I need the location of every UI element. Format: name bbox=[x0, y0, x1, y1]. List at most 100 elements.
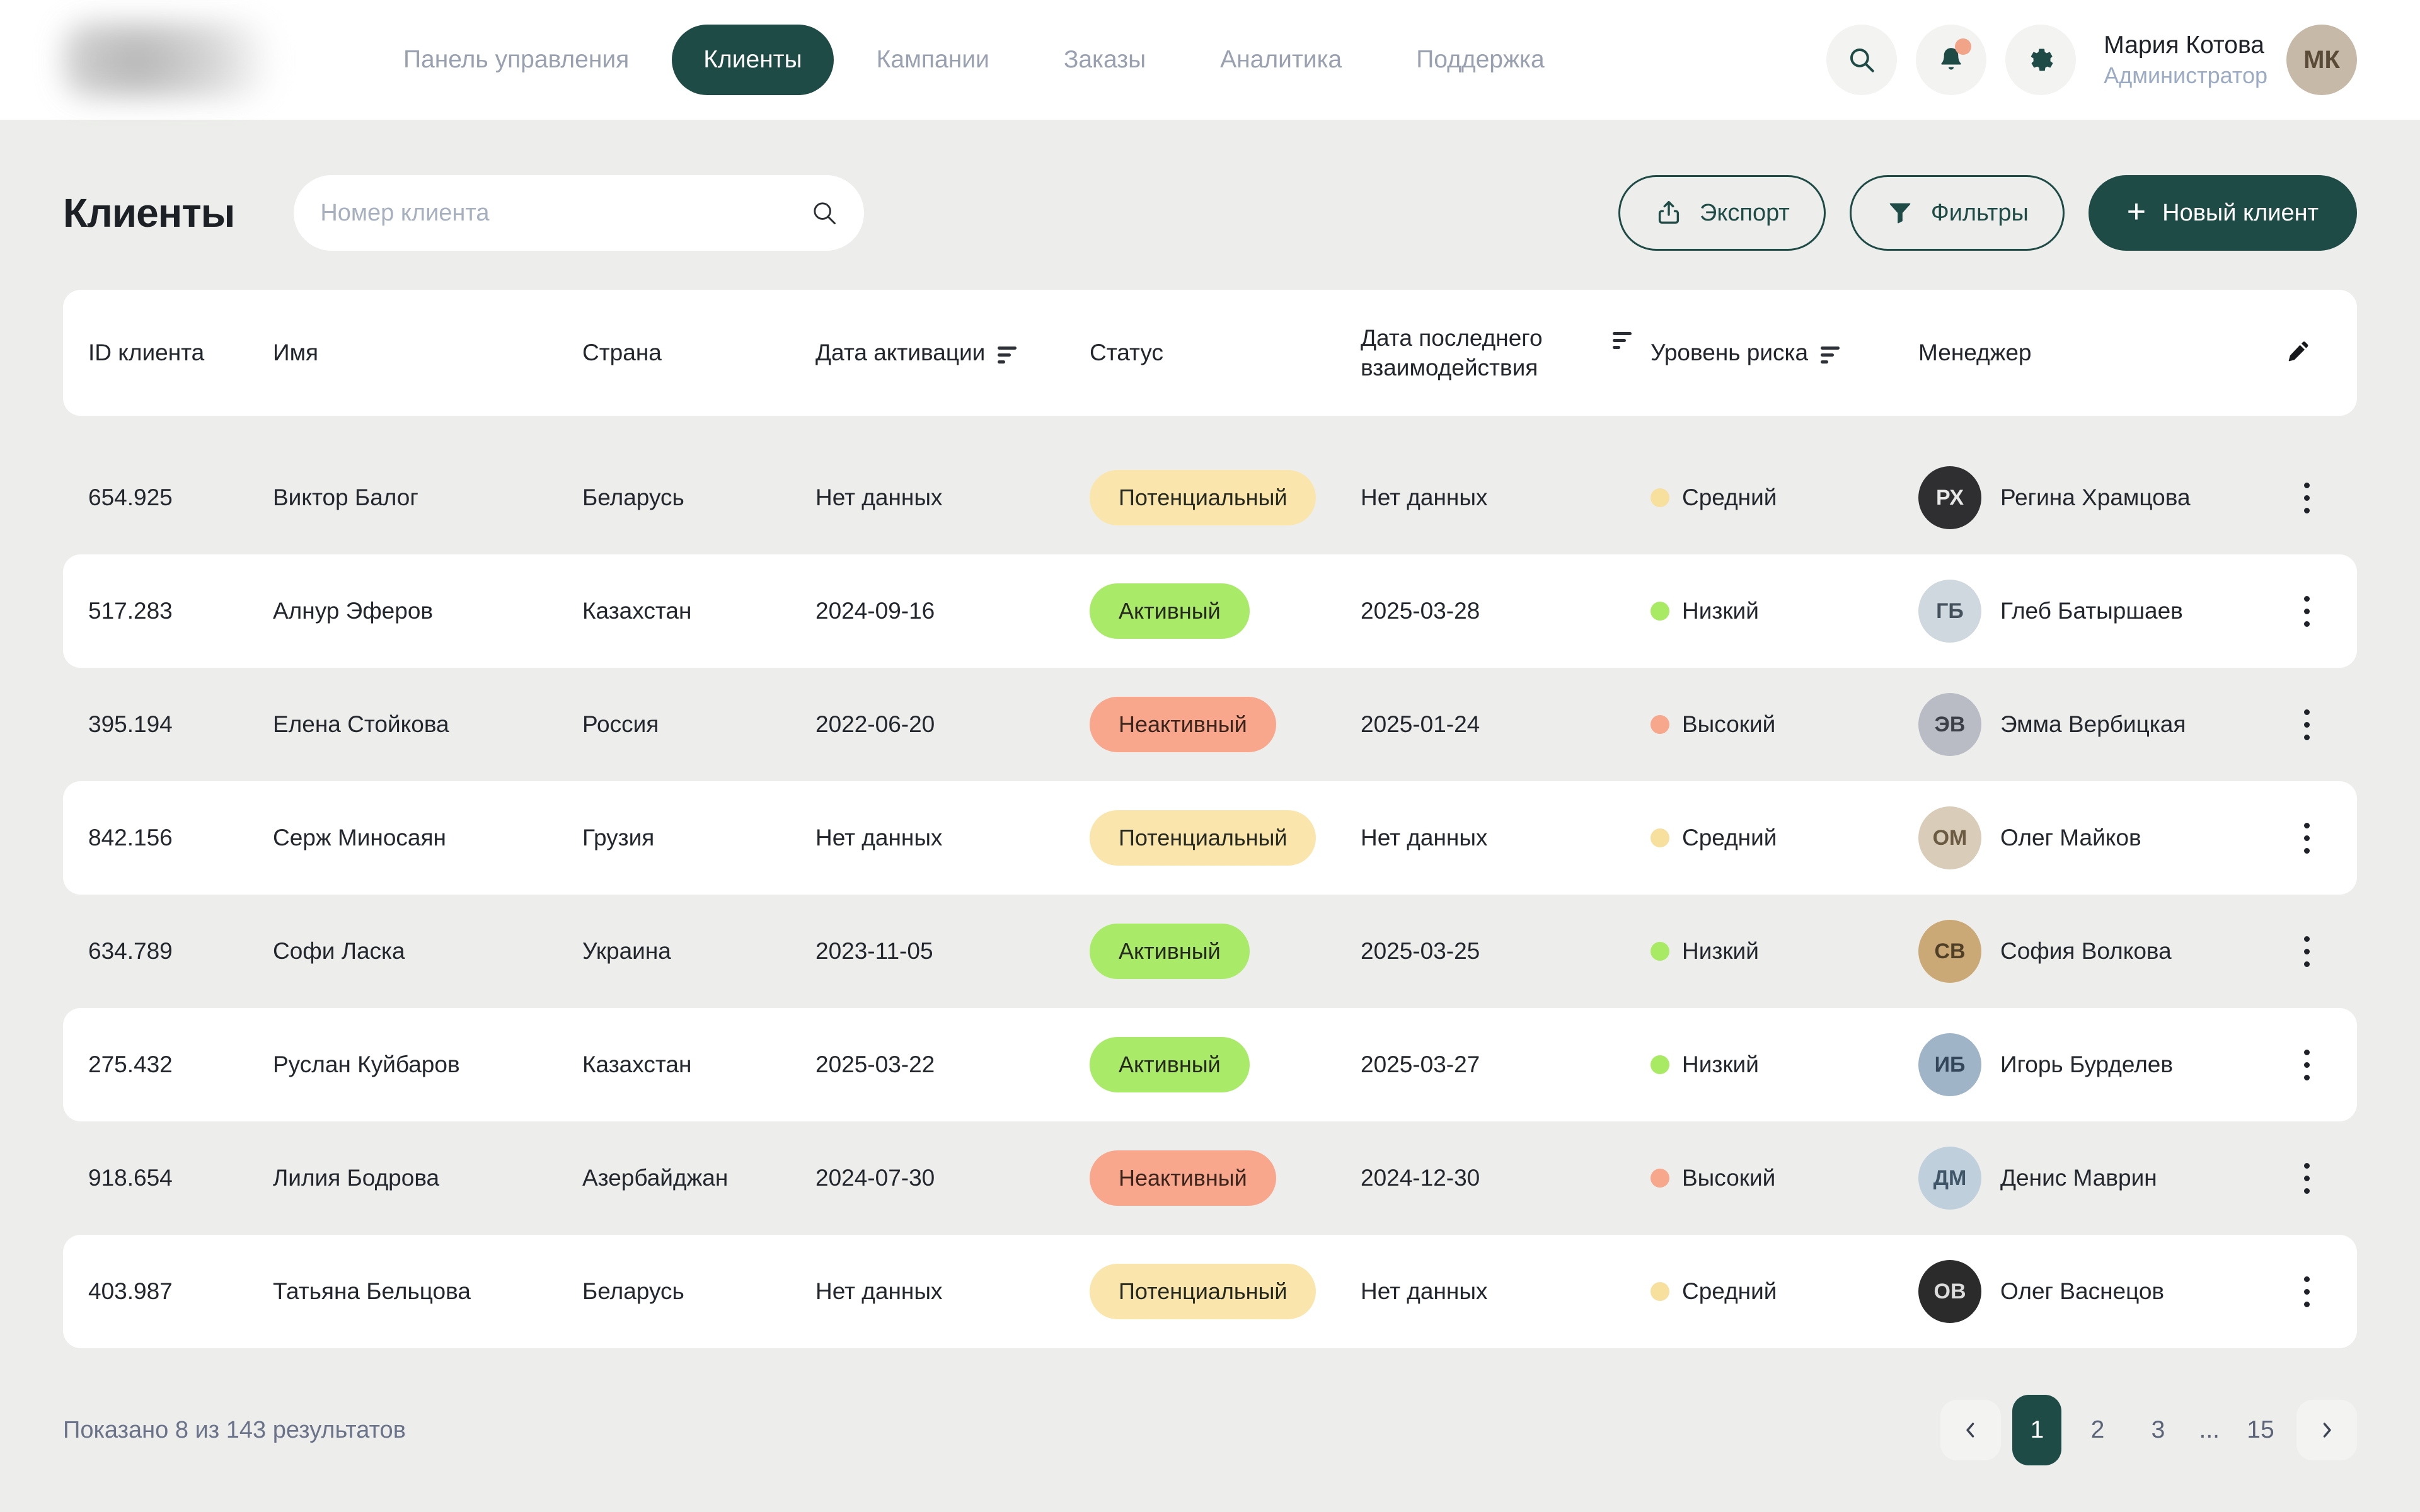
row-menu-button[interactable] bbox=[2295, 701, 2319, 749]
filters-button[interactable]: Фильтры bbox=[1850, 175, 2065, 251]
row-menu-button[interactable] bbox=[2295, 474, 2319, 522]
edit-pencil-icon[interactable] bbox=[2283, 339, 2311, 367]
nav-item-1[interactable]: Клиенты bbox=[672, 25, 833, 95]
search-icon bbox=[810, 198, 839, 227]
status-badge: Потенциальный bbox=[1090, 810, 1316, 866]
risk-label: Низкий bbox=[1682, 1051, 1759, 1078]
nav-item-3[interactable]: Заказы bbox=[1032, 25, 1177, 95]
manager-avatar: СВ bbox=[1918, 920, 1981, 983]
table-row[interactable]: 634.789 Софи Ласка Украина 2023-11-05 Ак… bbox=[63, 895, 2357, 1008]
column-header-2: Страна bbox=[582, 338, 815, 367]
row-menu-button[interactable] bbox=[2295, 1154, 2319, 1203]
prev-page-button[interactable] bbox=[1940, 1400, 2001, 1460]
settings-button[interactable] bbox=[2005, 25, 2076, 95]
table-row[interactable]: 395.194 Елена Стойкова Россия 2022-06-20… bbox=[63, 668, 2357, 781]
cell-name: Серж Миносаян bbox=[273, 825, 582, 851]
cell-status: Активный bbox=[1090, 1037, 1361, 1092]
status-badge: Активный bbox=[1090, 583, 1250, 639]
new-client-button[interactable]: + Новый клиент bbox=[2089, 175, 2357, 251]
cell-client-id: 395.194 bbox=[88, 711, 273, 738]
cell-last-interaction: Нет данных bbox=[1361, 825, 1651, 851]
table-row[interactable]: 842.156 Серж Миносаян Грузия Нет данных … bbox=[63, 781, 2357, 895]
risk-dot bbox=[1651, 488, 1669, 507]
gear-icon bbox=[2025, 44, 2056, 76]
clients-table: ID клиентаИмяСтранаДата активацииСтатусД… bbox=[63, 290, 2357, 1348]
filter-icon bbox=[1886, 198, 1915, 227]
user-menu[interactable]: Мария Котова Администратор МК bbox=[2104, 25, 2357, 95]
user-avatar[interactable]: МК bbox=[2286, 25, 2357, 95]
cell-client-id: 842.156 bbox=[88, 825, 273, 851]
cell-country: Беларусь bbox=[582, 484, 815, 511]
page-button-3[interactable]: 3 bbox=[2133, 1395, 2182, 1465]
nav-item-5[interactable]: Поддержка bbox=[1385, 25, 1576, 95]
row-menu-button[interactable] bbox=[2295, 1041, 2319, 1089]
cell-country: Казахстан bbox=[582, 1051, 815, 1078]
export-button[interactable]: Экспорт bbox=[1618, 175, 1826, 251]
page-button-1[interactable]: 1 bbox=[2012, 1395, 2061, 1465]
manager-name: София Волкова bbox=[2000, 938, 2172, 965]
cell-risk: Средний bbox=[1651, 825, 1918, 851]
cell-last-interaction: Нет данных bbox=[1361, 484, 1651, 511]
table-row[interactable]: 918.654 Лилия Бодрова Азербайджан 2024-0… bbox=[63, 1121, 2357, 1235]
cell-manager: РХ Регина Храмцова bbox=[1918, 466, 2281, 529]
nav-item-4[interactable]: Аналитика bbox=[1189, 25, 1373, 95]
cell-actions bbox=[2281, 587, 2332, 636]
topbar: Панель управленияКлиентыКампанииЗаказыАн… bbox=[0, 0, 2420, 120]
cell-status: Потенциальный bbox=[1090, 1264, 1361, 1319]
cell-actions bbox=[2281, 927, 2332, 976]
cell-client-id: 403.987 bbox=[88, 1278, 273, 1305]
risk-label: Низкий bbox=[1682, 938, 1759, 965]
column-header-5: Дата последнего взаимодействия bbox=[1361, 323, 1651, 383]
table-row[interactable]: 517.283 Алнур Эферов Казахстан 2024-09-1… bbox=[63, 554, 2357, 668]
nav-item-0[interactable]: Панель управления bbox=[372, 25, 660, 95]
cell-manager: ОМ Олег Майков bbox=[1918, 806, 2281, 869]
cell-activation-date: 2022-06-20 bbox=[815, 711, 1090, 738]
manager-avatar: ДМ bbox=[1918, 1147, 1981, 1210]
cell-manager: ГБ Глеб Батыршаев bbox=[1918, 580, 2281, 643]
cell-name: Алнур Эферов bbox=[273, 598, 582, 624]
risk-dot bbox=[1651, 1282, 1669, 1301]
risk-dot bbox=[1651, 1169, 1669, 1188]
next-page-button[interactable] bbox=[2296, 1400, 2357, 1460]
export-label: Экспорт bbox=[1700, 200, 1790, 227]
nav-item-2[interactable]: Кампании bbox=[845, 25, 1021, 95]
sort-icon[interactable] bbox=[998, 346, 1017, 364]
row-menu-button[interactable] bbox=[2295, 587, 2319, 636]
cell-last-interaction: 2025-03-28 bbox=[1361, 598, 1651, 624]
results-summary: Показано 8 из 143 результатов bbox=[63, 1417, 406, 1444]
risk-label: Высокий bbox=[1682, 1165, 1775, 1191]
row-menu-button[interactable] bbox=[2295, 1268, 2319, 1316]
column-header-0: ID клиента bbox=[88, 338, 273, 367]
risk-dot bbox=[1651, 828, 1669, 847]
cell-activation-date: Нет данных bbox=[815, 825, 1090, 851]
table-row[interactable]: 403.987 Татьяна Бельцова Беларусь Нет да… bbox=[63, 1235, 2357, 1348]
sort-icon[interactable] bbox=[1821, 346, 1840, 364]
row-menu-button[interactable] bbox=[2295, 814, 2319, 862]
cell-manager: СВ София Волкова bbox=[1918, 920, 2281, 983]
sort-icon[interactable] bbox=[1613, 332, 1632, 349]
manager-name: Эмма Вербицкая bbox=[2000, 711, 2186, 738]
cell-activation-date: Нет данных bbox=[815, 1278, 1090, 1305]
logo[interactable] bbox=[63, 23, 271, 97]
cell-name: Елена Стойкова bbox=[273, 711, 582, 738]
cell-activation-date: Нет данных bbox=[815, 484, 1090, 511]
risk-dot bbox=[1651, 715, 1669, 734]
column-header-7: Менеджер bbox=[1918, 338, 2281, 367]
cell-activation-date: 2025-03-22 bbox=[815, 1051, 1090, 1078]
manager-name: Регина Храмцова bbox=[2000, 484, 2191, 511]
column-header-4: Статус bbox=[1090, 338, 1361, 367]
table-row[interactable]: 654.925 Виктор Балог Беларусь Нет данных… bbox=[63, 441, 2357, 554]
client-search-input[interactable] bbox=[294, 175, 864, 251]
cell-country: Россия bbox=[582, 711, 815, 738]
notifications-button[interactable] bbox=[1916, 25, 1986, 95]
cell-last-interaction: Нет данных bbox=[1361, 1278, 1651, 1305]
table-row[interactable]: 275.432 Руслан Куйбаров Казахстан 2025-0… bbox=[63, 1008, 2357, 1121]
status-badge: Неактивный bbox=[1090, 1150, 1276, 1206]
row-menu-button[interactable] bbox=[2295, 927, 2319, 976]
cell-status: Потенциальный bbox=[1090, 810, 1361, 866]
page-button-15[interactable]: 15 bbox=[2236, 1395, 2285, 1465]
risk-label: Низкий bbox=[1682, 598, 1759, 624]
page-button-2[interactable]: 2 bbox=[2073, 1395, 2122, 1465]
search-button[interactable] bbox=[1826, 25, 1897, 95]
manager-name: Денис Маврин bbox=[2000, 1165, 2157, 1191]
